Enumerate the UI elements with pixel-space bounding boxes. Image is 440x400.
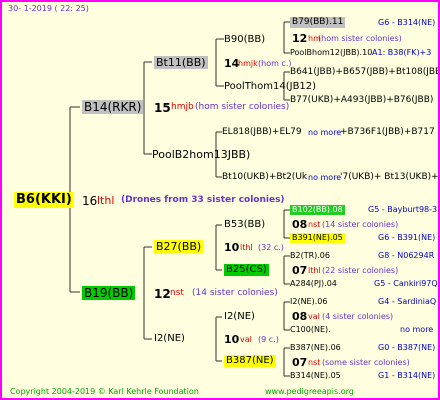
dds-note: (4 sister colonies) xyxy=(322,312,394,321)
footer: Copyright 2004-2019 © Karl Kehrle Founda… xyxy=(10,387,430,396)
queen-b2-tr[interactable]: B2(TR).06 xyxy=(290,251,330,261)
b79-origin-code: G6 - B314(NE) xyxy=(378,18,436,27)
dds-generation: 08 xyxy=(292,310,308,323)
sd-drone-line-1c: +B736F1(JBB)+B717 xyxy=(340,127,435,137)
queen-b90-bb[interactable]: B90(BB) xyxy=(224,34,265,46)
dsd-note: (22 sister colonies) xyxy=(322,266,399,275)
queen-b314-ne[interactable]: B314(NE).05 xyxy=(290,371,341,381)
sire-sire-breeder: hmjk xyxy=(238,59,258,68)
dam-note: (14 sister colonies) xyxy=(192,288,278,298)
report-timestamp: 30- 1-2019 ( 22: 25) xyxy=(8,4,89,13)
queen-b27-bb[interactable]: B27(BB) xyxy=(154,240,204,253)
sss-generation: 12 xyxy=(292,32,308,45)
poolbhom12-info: A1: B38(FK)+3 xyxy=(372,48,432,57)
dds-breeder: val xyxy=(308,312,320,321)
sire-generation: 15 xyxy=(154,101,171,115)
pedigree-canvas: 30- 1-2019 ( 22: 25) B6(KKI) 16 lthl (Dr… xyxy=(0,0,440,400)
dam-sire-generation: 10 xyxy=(224,241,240,254)
queen-bt11-bb[interactable]: Bt11(BB) xyxy=(154,56,208,69)
queen-i2-ne[interactable]: I2(NE) xyxy=(154,333,185,345)
dam-breeder: nst xyxy=(170,288,184,298)
queen-a284-pj[interactable]: A284(PJ).04 xyxy=(290,279,337,289)
dsd-generation: 07 xyxy=(292,264,308,277)
queen-poolthom14[interactable]: PoolThom14(JB12) xyxy=(224,81,316,93)
queen-b79-bb[interactable]: B79(BB).11 xyxy=(290,17,346,28)
dam-dam-breeder: val xyxy=(240,335,252,344)
queen-poolbhom12[interactable]: PoolBhom12(JBB).10 xyxy=(290,48,372,58)
sd-no-more-1: no more xyxy=(308,128,342,137)
sd-no-more-2: no more xyxy=(308,173,342,182)
root-breeder: lthl xyxy=(97,194,115,207)
ddd-generation: 07 xyxy=(292,356,308,369)
queen-b391-ne[interactable]: B391(NE).05 xyxy=(290,233,345,243)
copyright-text: Copyright 2004-2019 © Karl Kehrle Founda… xyxy=(10,387,199,396)
dam-sire-note: (32 c.) xyxy=(258,243,284,252)
dss-note: (14 sister colonies) xyxy=(322,220,399,229)
i2-origin-code: G4 - SardiniaQ xyxy=(378,297,437,306)
ssd-drone-line-1: B641(JBB)+B657(JBB)+Bt108(JBB) xyxy=(290,67,440,77)
dam-dam-generation: 10 xyxy=(224,333,240,346)
a284-origin-code: G5 - Cankiri97Q xyxy=(374,279,438,288)
b2-origin-code: G8 - N06294R xyxy=(378,251,435,260)
ddd-note: (some sister colonies) xyxy=(322,358,410,367)
dam-sire-breeder: lthl xyxy=(240,243,253,252)
b102-origin-code: G5 - Bayburt98-3 xyxy=(368,205,438,214)
queen-b25-cs[interactable]: B25(CS) xyxy=(224,264,269,276)
sd-drone-line-2c: '7(UKB)+ Bt13(UKB)+ xyxy=(340,172,439,182)
sire-sire-note: (hom c.) xyxy=(258,59,292,68)
queen-poolb2hom13[interactable]: PoolB2hom13JBB) xyxy=(152,148,250,161)
queen-b387-ne[interactable]: B387(NE) xyxy=(224,355,276,367)
queen-b387-ne-06[interactable]: B387(NE).06 xyxy=(290,343,341,353)
queen-b102-bb[interactable]: B102(BB).08 xyxy=(290,205,345,215)
dss-breeder: nst xyxy=(308,220,321,229)
sd-drone-line-1a: EL818(JBB)+EL79 xyxy=(222,127,302,137)
queen-b14-rkr[interactable]: B14(RKR) xyxy=(82,100,144,114)
c100-no-more: no more xyxy=(400,325,434,334)
b387-origin-code: G0 - B387(NE) xyxy=(378,343,436,352)
queen-b19-bb[interactable]: B19(BB) xyxy=(82,286,136,300)
dss-generation: 08 xyxy=(292,218,308,231)
sss-note: (hom sister colonies) xyxy=(318,34,402,43)
sd-drone-line-2a: Bt10(UKB)+Bt2(Uk xyxy=(222,172,308,182)
website-link[interactable]: www.pedigreeapis.org xyxy=(265,387,354,396)
queen-b53-bb[interactable]: B53(BB) xyxy=(224,219,265,231)
ssd-drone-line-2: B77(UKB)+A493(JBB)+B76(JBB) xyxy=(290,95,434,105)
b391-origin-code: G6 - B391(NE) xyxy=(378,233,436,242)
ddd-breeder: nst xyxy=(308,358,321,367)
queen-i2-ne-06[interactable]: I2(NE).06 xyxy=(290,297,327,307)
sire-note: (hom sister colonies) xyxy=(195,102,290,112)
queen-c100-ne[interactable]: C100(NE). xyxy=(290,325,331,335)
b314-origin-code: G1 - B314(NE) xyxy=(378,371,436,380)
root-drone-note: (Drones from 33 sister colonies) xyxy=(121,195,285,205)
queen-i2-ne-sire[interactable]: I2(NE) xyxy=(224,311,255,323)
root-generation: 16 xyxy=(82,194,98,208)
dsd-breeder: lthl xyxy=(308,266,321,275)
sire-breeder: hmjb xyxy=(171,102,194,112)
dam-generation: 12 xyxy=(154,287,171,301)
dam-dam-note: (9 c.) xyxy=(258,335,279,344)
queen-b6-kki[interactable]: B6(KKI) xyxy=(14,192,74,208)
